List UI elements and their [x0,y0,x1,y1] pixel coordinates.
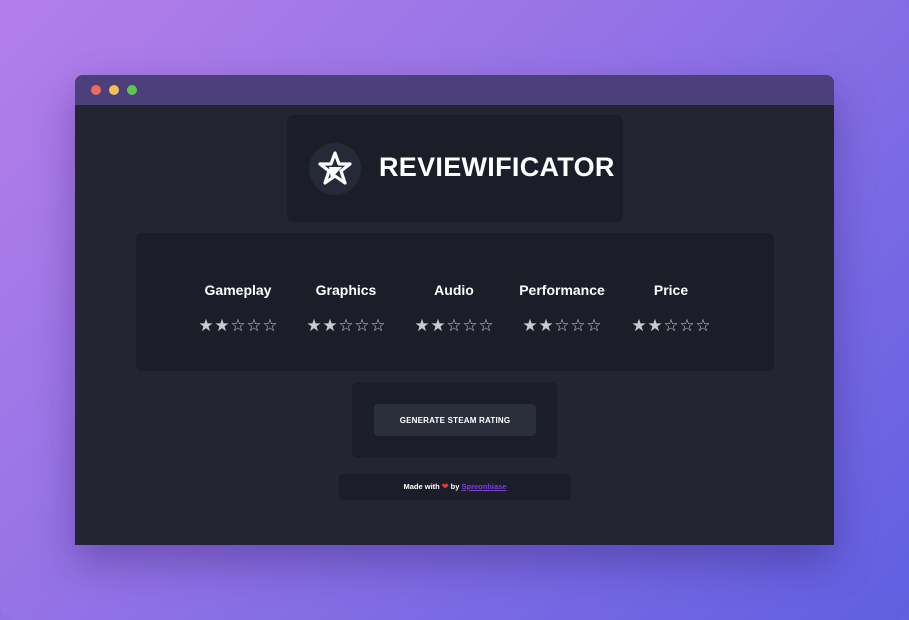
star-filled-icon[interactable]: ★ [414,316,430,336]
app-window: REVIEWIFICATOR Gameplay ★ ★ ☆ ☆ ☆ Graphics ★… [75,75,834,545]
star-filled-icon[interactable]: ★ [430,316,446,336]
rating-graphics: Graphics ★ ★ ☆ ☆ ☆ [292,281,400,336]
author-link[interactable]: Spreonhiase [462,482,507,491]
heart-icon: ❤ [441,482,449,491]
star-rating: ★ ★ ☆ ☆ ☆ [508,316,616,336]
star-filled-icon[interactable]: ★ [647,316,663,336]
ratings-panel: Gameplay ★ ★ ☆ ☆ ☆ Graphics ★ ★ ☆ ☆ ☆ Audio ★ ★ ☆ ☆… [136,233,774,371]
star-empty-icon[interactable]: ☆ [230,316,246,336]
star-filled-icon[interactable]: ★ [322,316,338,336]
window-titlebar [75,75,834,105]
rating-audio: Audio ★ ★ ☆ ☆ ☆ [400,281,508,336]
star-rating: ★ ★ ☆ ☆ ☆ [400,316,508,336]
footer-by: by [450,482,460,491]
star-empty-icon[interactable]: ☆ [446,316,462,336]
rating-performance: Performance ★ ★ ☆ ☆ ☆ [508,281,616,336]
star-empty-icon[interactable]: ☆ [370,316,386,336]
star-rating: ★ ★ ☆ ☆ ☆ [617,316,725,336]
star-empty-icon[interactable]: ☆ [462,316,478,336]
generate-steam-rating-button[interactable]: GENERATE STEAM RATING [374,404,536,436]
star-empty-icon[interactable]: ☆ [663,316,679,336]
star-filled-icon[interactable]: ★ [306,316,322,336]
star-empty-icon[interactable]: ☆ [570,316,586,336]
star-empty-icon[interactable]: ☆ [246,316,262,336]
star-empty-icon[interactable]: ☆ [354,316,370,336]
star-empty-icon[interactable]: ☆ [586,316,602,336]
star-filled-icon[interactable]: ★ [522,316,538,336]
star-rating: ★ ★ ☆ ☆ ☆ [184,316,292,336]
star-filled-icon[interactable]: ★ [631,316,647,336]
rating-label: Price [653,282,689,298]
window-maximize-button[interactable] [127,85,137,95]
star-rating: ★ ★ ☆ ☆ ☆ [292,316,400,336]
star-logo-icon [309,143,361,195]
star-empty-icon[interactable]: ☆ [695,316,711,336]
page-background: REVIEWIFICATOR Gameplay ★ ★ ☆ ☆ ☆ Graphics ★… [0,0,909,620]
star-filled-icon[interactable]: ★ [214,316,230,336]
window-close-button[interactable] [91,85,101,95]
star-empty-icon[interactable]: ☆ [338,316,354,336]
rating-label: Performance [519,282,605,298]
rating-label: Graphics [315,282,377,298]
action-card: GENERATE STEAM RATING [352,382,557,458]
star-empty-icon[interactable]: ☆ [679,316,695,336]
star-filled-icon[interactable]: ★ [538,316,554,336]
star-empty-icon[interactable]: ☆ [554,316,570,336]
rating-label: Gameplay [204,282,272,298]
app-title: REVIEWIFICATOR [379,152,615,182]
footer-made-with: Made with [403,482,440,491]
star-filled-icon[interactable]: ★ [198,316,214,336]
window-minimize-button[interactable] [109,85,119,95]
rating-price: Price ★ ★ ☆ ☆ ☆ [617,281,725,336]
star-empty-icon[interactable]: ☆ [262,316,278,336]
footer: Made with ❤ by Spreonhiase [339,474,571,500]
star-empty-icon[interactable]: ☆ [478,316,494,336]
header-card: REVIEWIFICATOR [287,115,623,222]
rating-label: Audio [434,282,474,298]
rating-gameplay: Gameplay ★ ★ ☆ ☆ ☆ [184,281,292,336]
